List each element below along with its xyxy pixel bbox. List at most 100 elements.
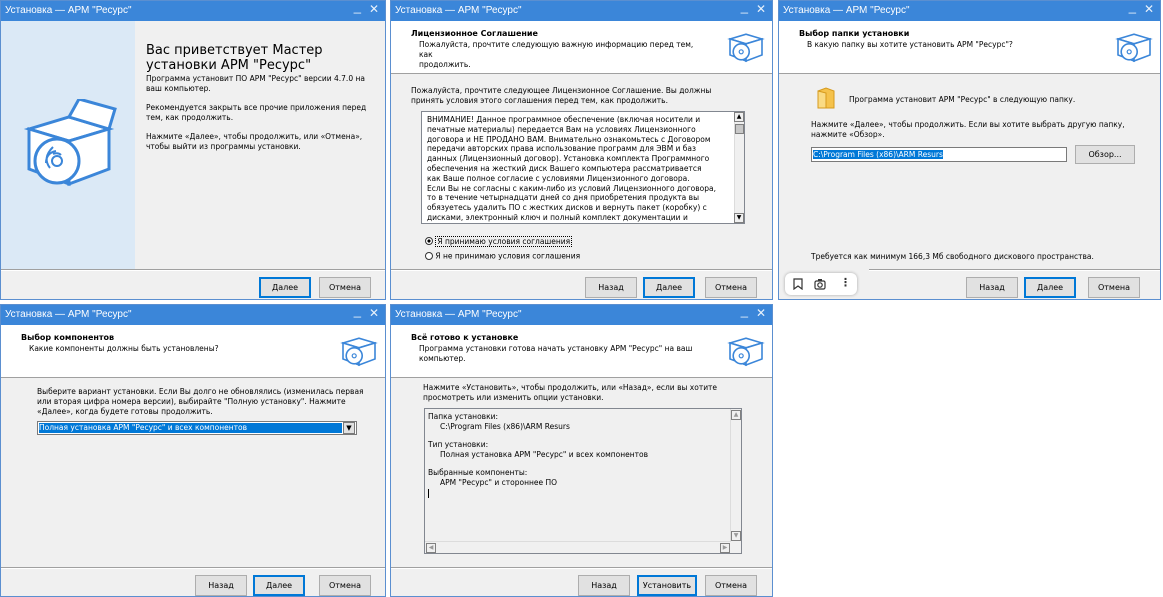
next-label: Далее [265,581,293,590]
accept-label: Я принимаю условия соглашения [435,235,573,247]
summary-memo[interactable]: Папка установки: C:\Program Files (x86)\… [424,408,742,554]
license-line: ВНИМАНИЕ! Данное программное обеспечение… [427,115,701,124]
folder-text: Программа установит АРМ "Ресурс" в следу… [849,95,1076,104]
memo-value: Полная установка АРМ "Ресурс" и всех ком… [440,449,649,459]
disk-space-text: Требуется как минимум 166,3 Мб свободног… [811,252,1094,261]
scroll-up-icon[interactable]: ▲ [734,112,744,122]
browse-button[interactable]: Обзор... [1075,145,1135,164]
minimize-icon[interactable]: _ [1129,1,1136,14]
divider [391,567,772,569]
welcome-sidebar [1,21,135,269]
next-label: Далее [655,283,683,292]
window-title: Установка — АРМ "Ресурс" [395,5,522,16]
text-line: просмотреть или изменить опции установки… [423,393,604,402]
cancel-label: Отмена [714,581,748,590]
decline-radio[interactable]: Я не принимаю условия соглашения [425,251,580,261]
install-type-select[interactable]: Полная установка АРМ "Ресурс" и всех ком… [37,421,357,435]
memo-hscrollbar[interactable]: ◀ ▶ [425,541,731,553]
more-vertical-icon[interactable]: ⋮ [840,276,851,289]
back-button[interactable]: Назад [585,277,637,298]
accept-radio[interactable]: Я принимаю условия соглашения [425,235,573,247]
page-subtitle: Пожалуйста, прочтите следующую важную ин… [419,40,709,70]
text-line: принять условия этого соглашения перед т… [411,96,668,105]
page-header: Лицензионное Соглашение Пожалуйста, проч… [391,21,772,74]
text-line: или вторая цифра номера версии), выбирай… [37,397,346,406]
text-line: тем, как продолжить. [146,113,234,122]
memo-label: Выбранные компоненты: [428,468,528,477]
bookmark-icon[interactable] [793,278,803,290]
next-button[interactable]: Далее [253,575,305,596]
install-path-input[interactable]: C:\Program Files (x86)\ARM Resurs [811,147,1067,162]
cancel-button[interactable]: Отмена [705,575,757,596]
title-bar[interactable]: Установка — АРМ "Ресурс" _ ✕ [391,1,772,21]
memo-vscrollbar[interactable]: ▲ ▼ [730,409,741,542]
title-bar[interactable]: Установка — АРМ "Ресурс" _ ✕ [391,305,772,325]
divider [1,269,385,271]
floating-toolbar: ⋮ [785,273,857,295]
text-line: Программа установит ПО АРМ "Ресурс" верс… [146,74,365,83]
text-line: Нажмите «Далее», чтобы продолжить, или «… [146,132,363,141]
cancel-button[interactable]: Отмена [1088,277,1140,298]
welcome-text-1: Программа установит ПО АРМ "Ресурс" верс… [146,74,365,94]
install-label: Установить [642,581,692,590]
welcome-heading: Вас приветствует Мастер установки АРМ "Р… [146,43,323,73]
title-bar[interactable]: Установка — АРМ "Ресурс" _ ✕ [1,305,385,325]
close-icon[interactable]: ✕ [1144,2,1154,16]
next-button[interactable]: Далее [643,277,695,298]
setup-box-icon [23,99,117,187]
license-text: ВНИМАНИЕ! Данное программное обеспечение… [427,115,727,223]
minimize-icon[interactable]: _ [354,305,361,318]
license-line: данных (Лицензионный договор). Установка… [427,154,710,164]
back-button[interactable]: Назад [966,277,1018,298]
page-header: Выбор папки установки В какую папку вы х… [779,21,1160,74]
license-scrollbar[interactable]: ▲ ▼ [734,112,744,223]
page-subtitle: Какие компоненты должны быть установлены… [29,344,219,353]
cancel-button[interactable]: Отмена [319,575,371,596]
folder-window: Установка — АРМ "Ресурс" _ ✕ Выбор папки… [778,0,1161,300]
back-button[interactable]: Назад [578,575,630,596]
page-header: Выбор компонентов Какие компоненты должн… [1,325,385,378]
subtitle-line: Программа установки готова начать устано… [419,344,693,353]
close-icon[interactable]: ✕ [756,306,766,320]
license-line: обязуетесь удалить ПО с жестких дисков и… [427,203,707,213]
close-icon[interactable]: ✕ [369,306,379,320]
license-line: передачи авторских права использование п… [427,144,697,154]
camera-icon[interactable] [814,278,826,290]
back-button[interactable]: Назад [195,575,247,596]
cancel-button[interactable]: Отмена [319,277,371,298]
close-icon[interactable]: ✕ [369,2,379,16]
text-cursor [428,489,429,498]
chevron-down-icon[interactable]: ▼ [343,422,355,434]
scroll-down-icon[interactable]: ▼ [734,213,744,223]
next-button[interactable]: Далее [259,277,311,298]
scroll-down-icon[interactable]: ▼ [731,531,741,541]
license-line: как Ваше полное согласие с условиями Лиц… [427,173,690,183]
scroll-up-icon[interactable]: ▲ [731,410,741,420]
license-line: Если Вы не согласны с каким-либо из усло… [427,183,717,193]
page-subtitle: Программа установки готова начать устано… [419,344,709,364]
scroll-thumb[interactable] [735,124,744,134]
license-line: дисками, электронный ключ и полный компл… [427,212,688,222]
next-button[interactable]: Далее [1024,277,1076,298]
license-memo[interactable]: ВНИМАНИЕ! Данное программное обеспечение… [421,111,745,224]
page-header: Всё готово к установке Программа установ… [391,325,772,378]
window-title: Установка — АРМ "Ресурс" [783,5,910,16]
title-bar[interactable]: Установка — АРМ "Ресурс" _ ✕ [1,1,385,21]
minimize-icon[interactable]: _ [354,1,361,14]
title-bar[interactable]: Установка — АРМ "Ресурс" _ ✕ [779,1,1160,21]
divider [869,269,1160,271]
minimize-icon[interactable]: _ [741,1,748,14]
text-line: «Далее», когда будете готовы продолжить. [37,407,213,416]
install-button[interactable]: Установить [637,575,697,596]
folder-hint: Нажмите «Далее», чтобы продолжить. Если … [811,120,1125,140]
cancel-button[interactable]: Отмена [705,277,757,298]
ready-window: Установка — АРМ "Ресурс" _ ✕ Всё готово … [390,304,773,597]
text-line: нажмите «Обзор». [811,130,885,139]
close-icon[interactable]: ✕ [756,2,766,16]
radio-checked-icon [425,237,433,245]
scroll-left-icon[interactable]: ◀ [426,543,436,553]
license-line: то в течение четырнадцати дней со дня пр… [427,193,699,203]
text-line: Рекомендуется закрыть все прочие приложе… [146,103,367,112]
minimize-icon[interactable]: _ [741,305,748,318]
scroll-right-icon[interactable]: ▶ [720,543,730,553]
